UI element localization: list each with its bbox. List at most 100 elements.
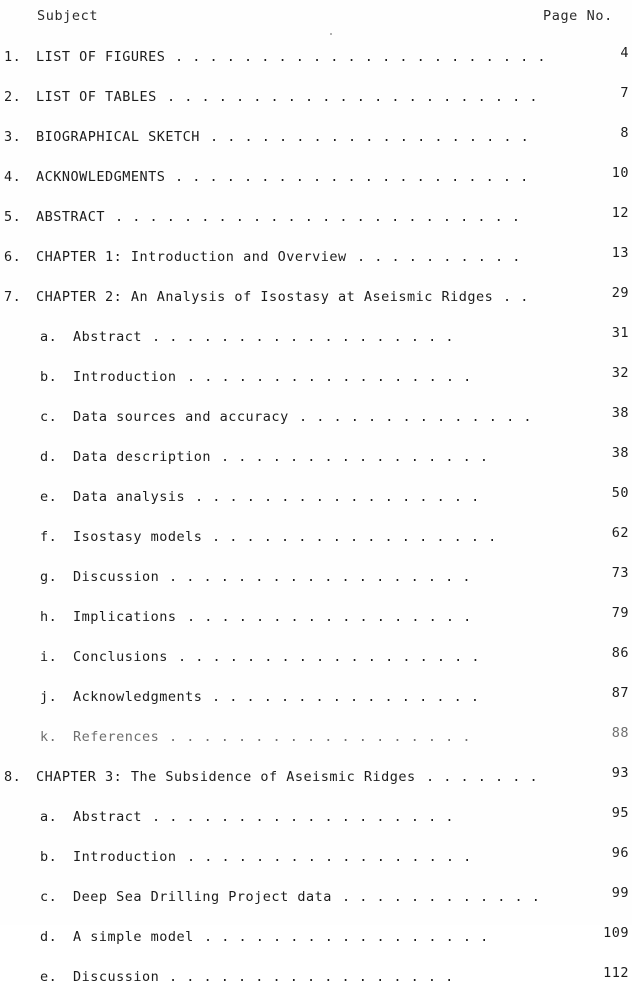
- toc-entry-marker: c.: [40, 889, 58, 905]
- toc-entry-title: Introduction: [73, 369, 177, 385]
- toc-entry-row[interactable]: k. References . . . . . . . . . . . . . . …: [0, 720, 632, 760]
- toc-entry-page-number: 99: [611, 885, 629, 901]
- toc-leader-dots: . . . . . . . . . . . . . . . . . . . . …: [175, 169, 529, 185]
- toc-leader-dots: . . . . . . . . . . . . . . . . .: [187, 849, 472, 865]
- toc-entry-row[interactable]: a. Abstract . . . . . . . . . . . . . . . …: [0, 320, 632, 360]
- toc-entry-row[interactable]: g. Discussion . . . . . . . . . . . . . . …: [0, 560, 632, 600]
- toc-leader-dots: . . . . . . . . . . . . . . . . .: [195, 489, 480, 505]
- toc-entry-title: CHAPTER 3: The Subsidence of Aseismic Ri…: [36, 769, 416, 785]
- toc-entry-marker: j.: [40, 689, 58, 705]
- toc-entry-row[interactable]: i. Conclusions . . . . . . . . . . . . . .…: [0, 640, 632, 680]
- toc-entry-page-number: 93: [611, 765, 629, 781]
- toc-entry-row[interactable]: a. Abstract . . . . . . . . . . . . . . . …: [0, 800, 632, 840]
- toc-entry-row[interactable]: 5. ABSTRACT . . . . . . . . . . . . . . . …: [0, 200, 632, 240]
- toc-leader-dots: . . . . . . . . . . . . . . . . . .: [169, 729, 471, 745]
- toc-entry-marker: b.: [40, 849, 58, 865]
- toc-entry-marker: k.: [40, 729, 58, 745]
- toc-entry-row[interactable]: b. Introduction . . . . . . . . . . . . . …: [0, 360, 632, 400]
- toc-entry-marker: b.: [40, 369, 58, 385]
- toc-entry-row[interactable]: 3. BIOGRAPHICAL SKETCH . . . . . . . . . .…: [0, 120, 632, 160]
- toc-entry-page-number: 112: [603, 965, 629, 981]
- toc-entry-marker: e.: [40, 969, 58, 985]
- toc-entry-row[interactable]: b. Introduction . . . . . . . . . . . . . …: [0, 840, 632, 880]
- toc-leader-dots: . . . . . . . . . . . . . . . . . .: [178, 649, 480, 665]
- scan-artifact-speck: [330, 33, 332, 35]
- toc-leader-dots: . . . . . . . . . .: [357, 249, 521, 265]
- toc-leader-dots: . . . . . . . . . . . . . . . .: [212, 689, 480, 705]
- toc-entry-page-number: 38: [611, 445, 629, 461]
- toc-entry-title: LIST OF TABLES: [36, 89, 157, 105]
- toc-leader-dots: . .: [503, 289, 529, 305]
- toc-entry-marker: 4.: [4, 169, 22, 185]
- toc-leader-dots: . . . . . . . . . . . . . . . . .: [169, 969, 454, 985]
- toc-entry-marker: g.: [40, 569, 58, 585]
- toc-entry-row[interactable]: 6. CHAPTER 1: Introduction and Overview . …: [0, 240, 632, 280]
- toc-entry-page-number: 13: [611, 245, 629, 261]
- toc-entry-row[interactable]: h. Implications . . . . . . . . . . . . . …: [0, 600, 632, 640]
- toc-entry-marker: c.: [40, 409, 58, 425]
- toc-entry-title: Discussion: [73, 969, 160, 985]
- toc-leader-dots: . . . . . . . . . . . . . . . . . .: [152, 329, 454, 345]
- toc-leader-dots: . . . . . . . . . . . . . . . . . .: [152, 809, 454, 825]
- toc-entry-row[interactable]: c. Deep Sea Drilling Project data . . . . …: [0, 880, 632, 920]
- toc-entry-title: Abstract: [73, 809, 143, 825]
- toc-entry-page-number: 50: [611, 485, 629, 501]
- table-of-contents-page: Subject Page No. 1. LIST OF FIGURES . . . …: [0, 0, 632, 985]
- toc-leader-dots: . . . . . . . . . . . . . . . . .: [212, 529, 497, 545]
- toc-entry-title: LIST OF FIGURES: [36, 49, 166, 65]
- toc-entry-page-number: 32: [611, 365, 629, 381]
- toc-entry-row[interactable]: 4. ACKNOWLEDGMENTS . . . . . . . . . . . .…: [0, 160, 632, 200]
- toc-leader-dots: . . . . . . . . . . . . . . . . . . . . …: [167, 89, 538, 105]
- toc-entry-marker: 7.: [4, 289, 22, 305]
- toc-entry-title: BIOGRAPHICAL SKETCH: [36, 129, 200, 145]
- toc-entry-page-number: 88: [611, 725, 629, 741]
- toc-entry-page-number: 109: [603, 925, 629, 941]
- toc-entry-row[interactable]: j. Acknowledgments . . . . . . . . . . . .…: [0, 680, 632, 720]
- toc-entry-row[interactable]: 2. LIST OF TABLES . . . . . . . . . . . . …: [0, 80, 632, 120]
- toc-entry-row[interactable]: 8. CHAPTER 3: The Subsidence of Aseismic …: [0, 760, 632, 800]
- toc-entry-title: ABSTRACT: [36, 209, 106, 225]
- toc-entry-row[interactable]: e. Discussion . . . . . . . . . . . . . . …: [0, 960, 632, 1000]
- toc-entry-list: 1. LIST OF FIGURES . . . . . . . . . . . .…: [0, 40, 632, 1000]
- toc-entry-page-number: 79: [611, 605, 629, 621]
- toc-entry-marker: f.: [40, 529, 58, 545]
- toc-entry-page-number: 7: [620, 85, 629, 101]
- toc-entry-title: CHAPTER 2: An Analysis of Isostasy at As…: [36, 289, 494, 305]
- toc-entry-row[interactable]: f. Isostasy models . . . . . . . . . . . .…: [0, 520, 632, 560]
- toc-entry-title: Data description: [73, 449, 212, 465]
- toc-entry-title: Conclusions: [73, 649, 168, 665]
- toc-entry-page-number: 86: [611, 645, 629, 661]
- toc-entry-title: Acknowledgments: [73, 689, 203, 705]
- toc-leader-dots: . . . . . . . . . . . . . . . . .: [187, 609, 472, 625]
- toc-leader-dots: . . . . . . . . . . . .: [342, 889, 541, 905]
- toc-entry-title: Abstract: [73, 329, 143, 345]
- toc-entry-marker: h.: [40, 609, 58, 625]
- toc-entry-page-number: 4: [620, 45, 629, 61]
- toc-entry-title: A simple model: [73, 929, 194, 945]
- toc-entry-row[interactable]: c. Data sources and accuracy . . . . . . .…: [0, 400, 632, 440]
- toc-entry-page-number: 95: [611, 805, 629, 821]
- toc-entry-page-number: 96: [611, 845, 629, 861]
- toc-entry-page-number: 62: [611, 525, 629, 541]
- toc-leader-dots: . . . . . . . . . . . . . . . . . . . . …: [175, 49, 546, 65]
- toc-leader-dots: . . . . . . .: [426, 769, 539, 785]
- toc-entry-marker: 6.: [4, 249, 22, 265]
- toc-entry-marker: d.: [40, 929, 58, 945]
- toc-entry-marker: 2.: [4, 89, 22, 105]
- toc-entry-page-number: 12: [611, 205, 629, 221]
- toc-entry-row[interactable]: d. Data description . . . . . . . . . . . …: [0, 440, 632, 480]
- toc-entry-marker: 8.: [4, 769, 22, 785]
- toc-entry-title: Data sources and accuracy: [73, 409, 289, 425]
- toc-leader-dots: . . . . . . . . . . . . . . . . . .: [169, 569, 471, 585]
- toc-entry-row[interactable]: e. Data analysis . . . . . . . . . . . . .…: [0, 480, 632, 520]
- toc-entry-row[interactable]: 1. LIST OF FIGURES . . . . . . . . . . . .…: [0, 40, 632, 80]
- toc-entry-page-number: 31: [611, 325, 629, 341]
- toc-entry-page-number: 73: [611, 565, 629, 581]
- toc-entry-row[interactable]: d. A simple model . . . . . . . . . . . . …: [0, 920, 632, 960]
- toc-leader-dots: . . . . . . . . . . . . . . . . . . . . …: [115, 209, 521, 225]
- toc-entry-marker: a.: [40, 329, 58, 345]
- toc-entry-page-number: 8: [620, 125, 629, 141]
- toc-leader-dots: . . . . . . . . . . . . . . . .: [221, 449, 489, 465]
- toc-entry-row[interactable]: 7. CHAPTER 2: An Analysis of Isostasy at …: [0, 280, 632, 320]
- toc-entry-page-number: 29: [611, 285, 629, 301]
